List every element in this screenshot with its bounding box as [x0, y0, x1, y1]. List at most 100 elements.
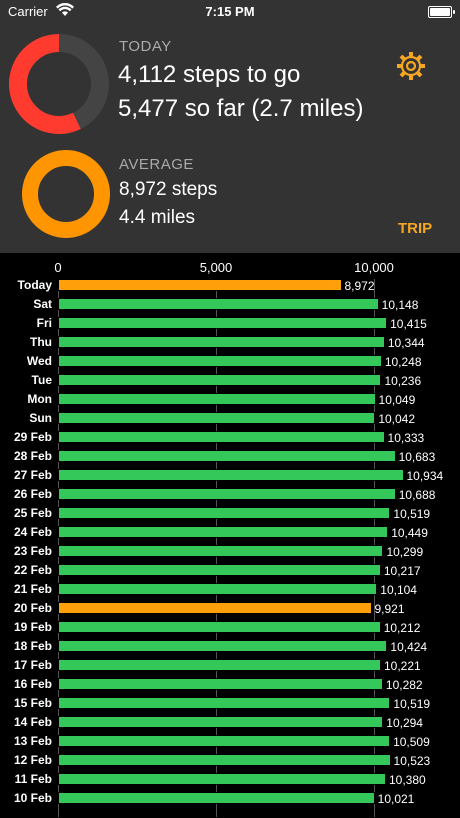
settings-gear-icon[interactable]: [396, 51, 426, 81]
x-axis-tick-label: 0: [54, 260, 62, 275]
day-bar: [58, 431, 385, 443]
day-label: 12 Feb: [13, 753, 52, 767]
day-label: 20 Feb: [13, 601, 52, 615]
bar-value-label: 10,519: [393, 697, 431, 711]
day-bar: [58, 659, 381, 671]
day-bar: [58, 678, 383, 690]
bar-value-label: 10,415: [390, 317, 427, 331]
day-label: 24 Feb: [13, 525, 52, 539]
bar-value-label: 10,333: [387, 431, 425, 445]
bar-value-label: 9,921: [374, 602, 405, 616]
day-label: Today: [17, 278, 52, 292]
day-bar: [58, 374, 382, 386]
day-bar: [58, 279, 342, 291]
day-bar: [58, 602, 372, 614]
day-bar: [58, 450, 396, 462]
bar-value-label: 10,049: [378, 393, 416, 407]
day-label: 17 Feb: [13, 658, 52, 672]
bar-value-label: 10,148: [381, 298, 419, 312]
bar-value-label: 10,248: [384, 355, 422, 369]
steps-to-go: 4,112 steps to go: [118, 61, 301, 88]
bar-value-label: 10,424: [390, 640, 428, 654]
day-bar: [58, 526, 389, 538]
bar-value-label: 10,344: [387, 336, 425, 350]
day-label: Fri: [36, 316, 52, 330]
bar-value-label: 10,294: [386, 716, 423, 730]
day-bar: [58, 735, 391, 747]
day-label: Sat: [33, 297, 52, 311]
bar-value-label: 10,509: [393, 735, 430, 749]
day-bar: [58, 640, 388, 652]
average-miles: 4.4 miles: [119, 207, 196, 228]
bar-value-label: 10,688: [398, 488, 436, 502]
day-label: 27 Feb: [13, 468, 52, 482]
x-axis-tick-label: 10,000: [354, 260, 394, 275]
day-label: 28 Feb: [13, 449, 52, 463]
bar-value-label: 10,042: [378, 412, 416, 426]
day-label: 10 Feb: [13, 791, 52, 805]
day-bar: [58, 697, 391, 709]
day-label: 14 Feb: [13, 715, 52, 729]
bar-value-label: 10,683: [398, 450, 436, 464]
day-bar: [58, 754, 391, 766]
summary-header: TODAY 4,112 steps to go 5,477 so far (2.…: [0, 24, 460, 253]
day-bar: [58, 564, 381, 576]
day-label: 16 Feb: [13, 677, 52, 691]
day-label: 18 Feb: [13, 639, 52, 653]
day-bar: [58, 621, 381, 633]
day-label: Sun: [29, 411, 52, 425]
status-bar: Carrier 7:15 PM: [0, 0, 460, 24]
day-bar: [58, 317, 388, 329]
bar-value-label: 10,449: [391, 526, 428, 540]
day-bar: [58, 773, 386, 785]
day-bar: [58, 412, 376, 424]
day-label: 15 Feb: [13, 696, 52, 710]
daily-steps-chart: 0 5,000 10,000 Today 8,972 Sat 10,148 Fri 10,415…: [0, 253, 460, 818]
day-label: Wed: [26, 354, 52, 368]
bar-value-label: 10,934: [406, 469, 444, 483]
day-label: 22 Feb: [13, 563, 52, 577]
bar-value-label: 10,519: [393, 507, 431, 521]
day-label: 29 Feb: [13, 430, 52, 444]
day-label: 25 Feb: [13, 506, 52, 520]
day-bar: [58, 393, 376, 405]
average-steps: 8,972 steps: [119, 179, 218, 200]
average-label: AVERAGE: [119, 156, 194, 173]
bar-value-label: 10,212: [383, 621, 421, 635]
status-time: 7:15 PM: [205, 4, 255, 19]
bar-value-label: 8,972: [344, 279, 375, 293]
day-bar: [58, 298, 379, 310]
today-progress-ring: [9, 34, 109, 134]
day-label: 26 Feb: [13, 487, 52, 501]
day-bar: [58, 583, 378, 595]
bar-value-label: 10,236: [384, 374, 422, 388]
day-bar: [58, 355, 382, 367]
day-bar: [58, 488, 396, 500]
day-bar: [58, 716, 384, 728]
day-label: Mon: [27, 392, 52, 406]
bar-value-label: 10,299: [386, 545, 424, 559]
today-label: TODAY: [119, 38, 172, 55]
bar-value-label: 10,523: [393, 754, 431, 768]
day-bar: [58, 792, 375, 804]
bar-value-label: 10,221: [383, 659, 421, 673]
bar-value-label: 10,021: [377, 792, 415, 806]
battery-icon: [428, 6, 455, 18]
bar-value-label: 10,104: [380, 583, 417, 597]
day-label: 21 Feb: [13, 582, 52, 596]
day-label: Tue: [31, 373, 52, 387]
trip-button[interactable]: TRIP: [398, 220, 432, 237]
bar-value-label: 10,380: [389, 773, 426, 787]
day-bar: [58, 336, 385, 348]
x-axis-tick-label: 5,000: [199, 260, 233, 275]
day-label: 19 Feb: [13, 620, 52, 634]
steps-so-far: 5,477 so far (2.7 miles): [118, 95, 364, 122]
average-progress-ring: [22, 150, 110, 238]
day-label: 11 Feb: [14, 772, 52, 786]
day-label: Thu: [30, 335, 52, 349]
bar-value-label: 10,217: [383, 564, 421, 578]
day-bar: [58, 469, 404, 481]
day-bar: [58, 507, 391, 519]
bar-value-label: 10,282: [385, 678, 423, 692]
day-bar: [58, 545, 384, 557]
